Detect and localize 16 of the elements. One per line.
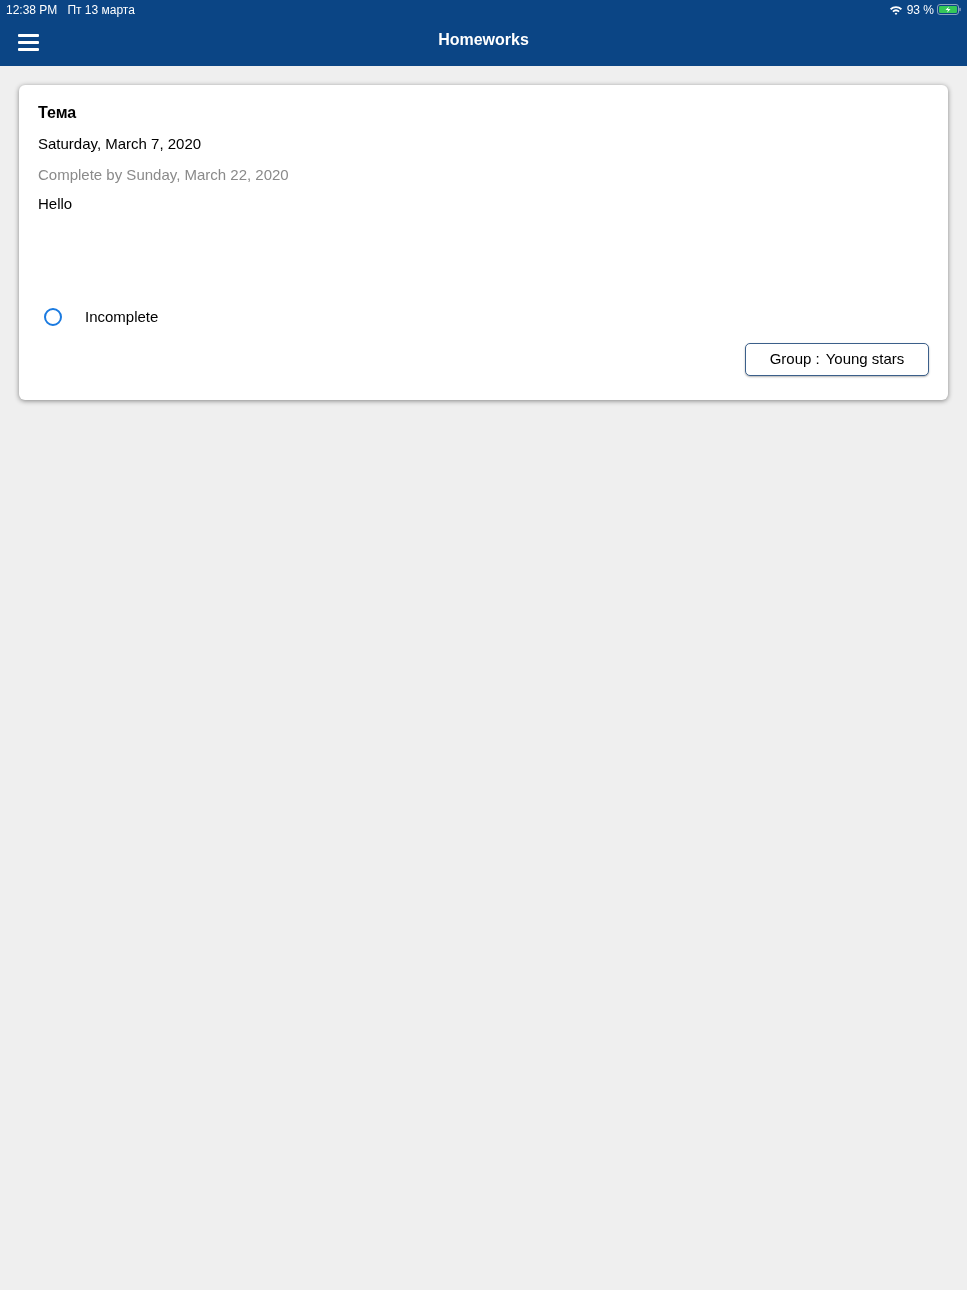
status-date: Пт 13 марта — [67, 1, 135, 19]
completion-status: Incomplete — [85, 307, 159, 327]
battery-percentage: 93 % — [906, 1, 934, 19]
homework-text: Hello — [38, 194, 73, 214]
homework-date: Saturday, March 7, 2020 — [38, 134, 202, 154]
status-time: 12:38 PM — [6, 1, 58, 19]
homework-card[interactable]: Тема Saturday, March 7, 2020 Complete by Sunday, March 22, 2020 Hello Incomplete Group : Young stars — [19, 85, 948, 400]
due-date: Complete by Sunday, March 22, 2020 — [38, 165, 289, 185]
menu-icon — [18, 33, 39, 51]
homework-topic: Тема — [38, 103, 77, 123]
completion-radio[interactable] — [44, 308, 62, 327]
battery-charging-icon — [937, 4, 961, 15]
page-title: Homeworks — [438, 30, 529, 50]
menu-button[interactable] — [18, 33, 39, 51]
group-button[interactable]: Group : Young stars — [745, 342, 929, 376]
wifi-icon — [888, 4, 903, 15]
